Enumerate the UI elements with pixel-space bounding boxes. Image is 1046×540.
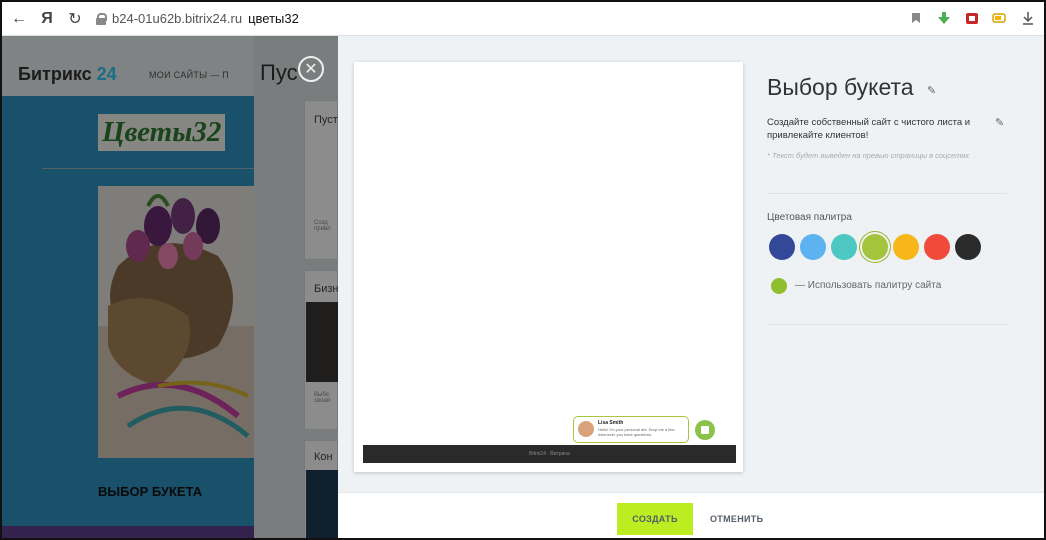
avatar — [578, 421, 594, 437]
palette-swatch[interactable] — [769, 234, 795, 260]
downloads-icon[interactable] — [1018, 8, 1038, 28]
edit-title-icon[interactable]: ✎ — [927, 84, 936, 97]
use-site-palette-label[interactable]: — Использовать палитру сайта — [795, 280, 941, 291]
template-preview — [354, 62, 743, 472]
preview-footer: Bitrix24 · Витрина — [363, 445, 736, 463]
browser-toolbar: ← Я ↻ b24-01u62b.bitrix24.ru цветы32 — [2, 2, 1044, 36]
palette-swatch[interactable] — [800, 234, 826, 260]
edit-description-icon[interactable]: ✎ — [995, 116, 1004, 129]
lock-icon — [96, 12, 107, 25]
palette-swatch[interactable] — [893, 234, 919, 260]
battery-icon[interactable] — [990, 8, 1010, 28]
site-description: Создайте собственный сайт с чистого лист… — [767, 117, 971, 141]
social-preview-note: * Текст будет выведен на превью страницы… — [767, 151, 970, 160]
cancel-button[interactable]: ОТМЕНИТЬ — [702, 503, 771, 535]
palette-swatch[interactable] — [955, 234, 981, 260]
download-extension-icon[interactable] — [934, 8, 954, 28]
modal-overlay[interactable] — [2, 36, 338, 538]
extension-icon[interactable] — [962, 8, 982, 28]
palette-swatch[interactable] — [862, 234, 888, 260]
site-palette-swatch[interactable] — [771, 278, 787, 294]
page-title: Выбор букета — [767, 74, 914, 100]
chat-text: Hello! I'm your personal aid. Drop me a … — [598, 427, 675, 437]
create-button[interactable]: СОЗДАТЬ — [617, 503, 693, 535]
divider — [767, 324, 1007, 325]
palette-swatch[interactable] — [924, 234, 950, 260]
bookmark-icon[interactable] — [906, 8, 926, 28]
chat-name: Lisa Smith — [598, 420, 624, 426]
reload-icon[interactable]: ↻ — [64, 8, 86, 30]
back-icon[interactable]: ← — [8, 8, 30, 30]
chat-icon — [695, 420, 715, 440]
divider — [767, 193, 1007, 194]
yandex-icon[interactable]: Я — [36, 8, 58, 30]
palette-label: Цветовая палитра — [767, 212, 852, 223]
url-domain: b24-01u62b.bitrix24.ru — [112, 11, 243, 26]
url-title: цветы32 — [248, 11, 299, 26]
address-bar[interactable]: b24-01u62b.bitrix24.ru цветы32 — [96, 11, 299, 26]
close-icon[interactable]: ✕ — [298, 56, 324, 82]
palette-swatch[interactable] — [831, 234, 857, 260]
screen: ← Я ↻ b24-01u62b.bitrix24.ru цветы32 Бит… — [0, 0, 1046, 540]
